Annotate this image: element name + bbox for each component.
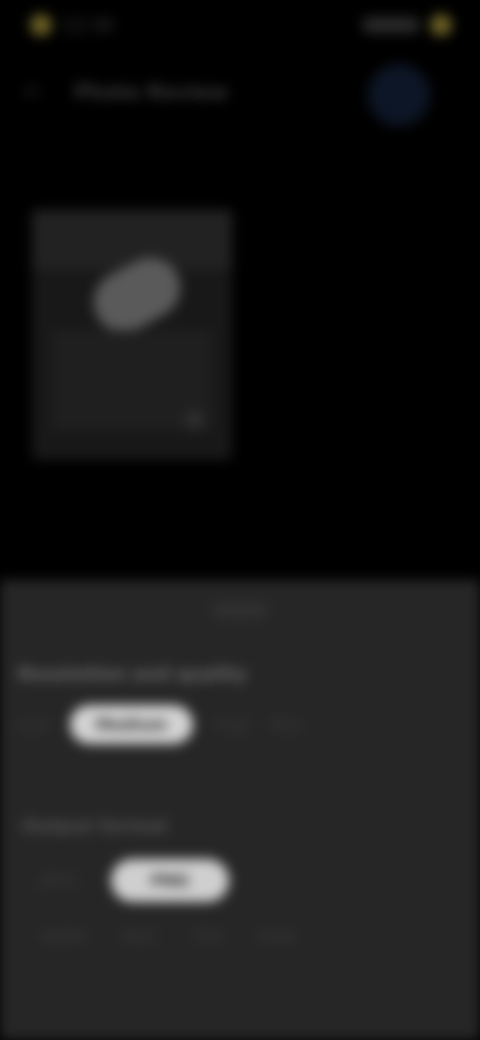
option-format-5[interactable]: TIFF <box>193 927 226 946</box>
settings-panel: Resolution and quality Low Medium High M… <box>0 580 480 1040</box>
expand-icon[interactable] <box>184 410 204 430</box>
avatar[interactable] <box>368 64 430 126</box>
status-left: 12:30 <box>30 14 114 36</box>
format-options-row-2: WEBP HEIC TIFF RAW <box>40 914 460 958</box>
screen: 12:30 ← Photo Review Resolution and qual… <box>0 0 480 1040</box>
section-title-format: Output format <box>22 816 168 837</box>
status-bar: 12:30 <box>0 0 480 60</box>
header: ← Photo Review <box>0 60 480 130</box>
signal-icon <box>362 17 420 33</box>
section-title-quality: Resolution and quality <box>18 664 247 685</box>
option-format-1[interactable]: JPEG <box>40 871 77 890</box>
option-quality-2-selected[interactable]: Medium <box>69 704 194 744</box>
option-quality-1[interactable]: Low <box>18 715 50 734</box>
notification-dot-icon <box>30 14 52 36</box>
status-time: 12:30 <box>62 14 114 36</box>
option-format-6[interactable]: RAW <box>260 927 296 946</box>
option-quality-4[interactable]: Max <box>270 715 303 734</box>
option-quality-3[interactable]: High <box>213 715 250 734</box>
option-format-4[interactable]: HEIC <box>121 927 159 946</box>
option-format-2-selected[interactable]: PNG <box>110 858 230 902</box>
photo-top-region <box>32 210 232 270</box>
battery-icon <box>430 14 452 36</box>
page-title: Photo Review <box>74 80 228 104</box>
photo-preview[interactable] <box>32 210 232 460</box>
status-right <box>362 14 452 36</box>
format-options-row-1: JPEG PNG <box>40 856 460 904</box>
back-arrow-icon[interactable]: ← <box>20 78 48 106</box>
quality-options: Low Medium High Max <box>18 702 462 746</box>
option-format-3[interactable]: WEBP <box>40 927 87 946</box>
drag-handle[interactable] <box>212 602 268 618</box>
